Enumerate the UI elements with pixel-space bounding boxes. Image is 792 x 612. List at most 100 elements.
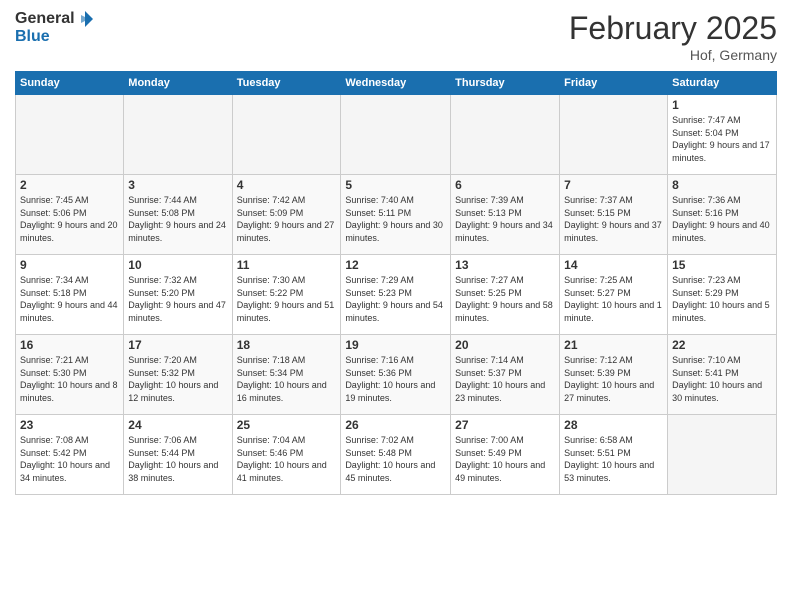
calendar-cell: 24 Sunrise: 7:06 AM Sunset: 5:44 PM Dayli… — [124, 415, 232, 495]
weekday-header-monday: Monday — [124, 72, 232, 95]
calendar-cell: 20 Sunrise: 7:14 AM Sunset: 5:37 PM Dayli… — [451, 335, 560, 415]
calendar-cell — [124, 95, 232, 175]
day-detail: Sunrise: 7:39 AM Sunset: 5:13 PM Dayligh… — [455, 194, 555, 244]
day-detail: Sunrise: 7:29 AM Sunset: 5:23 PM Dayligh… — [345, 274, 446, 324]
day-number: 2 — [20, 178, 119, 192]
day-number: 11 — [237, 258, 337, 272]
day-detail: Sunrise: 7:16 AM Sunset: 5:36 PM Dayligh… — [345, 354, 446, 404]
day-detail: Sunrise: 7:12 AM Sunset: 5:39 PM Dayligh… — [564, 354, 663, 404]
day-detail: Sunrise: 7:23 AM Sunset: 5:29 PM Dayligh… — [672, 274, 772, 324]
day-detail: Sunrise: 7:42 AM Sunset: 5:09 PM Dayligh… — [237, 194, 337, 244]
day-detail: Sunrise: 7:02 AM Sunset: 5:48 PM Dayligh… — [345, 434, 446, 484]
day-detail: Sunrise: 7:04 AM Sunset: 5:46 PM Dayligh… — [237, 434, 337, 484]
day-number: 10 — [128, 258, 227, 272]
day-number: 20 — [455, 338, 555, 352]
calendar-cell: 5 Sunrise: 7:40 AM Sunset: 5:11 PM Daylig… — [341, 175, 451, 255]
day-number: 22 — [672, 338, 772, 352]
weekday-header-saturday: Saturday — [668, 72, 777, 95]
logo: General Blue — [15, 10, 95, 46]
day-detail: Sunrise: 7:40 AM Sunset: 5:11 PM Dayligh… — [345, 194, 446, 244]
day-number: 4 — [237, 178, 337, 192]
calendar-cell: 13 Sunrise: 7:27 AM Sunset: 5:25 PM Dayli… — [451, 255, 560, 335]
day-number: 1 — [672, 98, 772, 112]
calendar-cell: 28 Sunrise: 6:58 AM Sunset: 5:51 PM Dayli… — [560, 415, 668, 495]
day-number: 26 — [345, 418, 446, 432]
calendar-cell: 17 Sunrise: 7:20 AM Sunset: 5:32 PM Dayli… — [124, 335, 232, 415]
day-detail: Sunrise: 7:44 AM Sunset: 5:08 PM Dayligh… — [128, 194, 227, 244]
day-detail: Sunrise: 7:36 AM Sunset: 5:16 PM Dayligh… — [672, 194, 772, 244]
calendar-cell: 27 Sunrise: 7:00 AM Sunset: 5:49 PM Dayli… — [451, 415, 560, 495]
day-detail: Sunrise: 7:20 AM Sunset: 5:32 PM Dayligh… — [128, 354, 227, 404]
day-detail: Sunrise: 7:30 AM Sunset: 5:22 PM Dayligh… — [237, 274, 337, 324]
day-number: 16 — [20, 338, 119, 352]
day-number: 27 — [455, 418, 555, 432]
calendar-cell: 4 Sunrise: 7:42 AM Sunset: 5:09 PM Daylig… — [232, 175, 341, 255]
weekday-header-friday: Friday — [560, 72, 668, 95]
month-year-title: February 2025 — [569, 10, 777, 47]
day-number: 6 — [455, 178, 555, 192]
calendar-cell: 16 Sunrise: 7:21 AM Sunset: 5:30 PM Dayli… — [16, 335, 124, 415]
day-number: 17 — [128, 338, 227, 352]
logo-text: General Blue — [15, 10, 95, 46]
calendar-cell: 23 Sunrise: 7:08 AM Sunset: 5:42 PM Dayli… — [16, 415, 124, 495]
calendar-cell — [451, 95, 560, 175]
calendar-week-row: 16 Sunrise: 7:21 AM Sunset: 5:30 PM Dayli… — [16, 335, 777, 415]
logo-icon — [76, 10, 94, 28]
day-detail: Sunrise: 7:08 AM Sunset: 5:42 PM Dayligh… — [20, 434, 119, 484]
calendar-cell: 11 Sunrise: 7:30 AM Sunset: 5:22 PM Dayli… — [232, 255, 341, 335]
day-detail: Sunrise: 7:00 AM Sunset: 5:49 PM Dayligh… — [455, 434, 555, 484]
calendar-cell: 15Sunrise: 7:23 AM Sunset: 5:29 PM Dayli… — [668, 255, 777, 335]
calendar-cell — [232, 95, 341, 175]
day-number: 28 — [564, 418, 663, 432]
title-block: February 2025 Hof, Germany — [569, 10, 777, 63]
calendar-cell: 21 Sunrise: 7:12 AM Sunset: 5:39 PM Dayli… — [560, 335, 668, 415]
calendar-cell: 18Sunrise: 7:18 AM Sunset: 5:34 PM Dayli… — [232, 335, 341, 415]
day-number: 3 — [128, 178, 227, 192]
day-detail: Sunrise: 7:45 AM Sunset: 5:06 PM Dayligh… — [20, 194, 119, 244]
calendar-cell: 12 Sunrise: 7:29 AM Sunset: 5:23 PM Dayli… — [341, 255, 451, 335]
day-detail: Sunrise: 7:37 AM Sunset: 5:15 PM Dayligh… — [564, 194, 663, 244]
calendar-cell: 19 Sunrise: 7:16 AM Sunset: 5:36 PM Dayli… — [341, 335, 451, 415]
day-number: 21 — [564, 338, 663, 352]
calendar-week-row: 2 Sunrise: 7:45 AM Sunset: 5:06 PM Daylig… — [16, 175, 777, 255]
day-detail: Sunrise: 6:58 AM Sunset: 5:51 PM Dayligh… — [564, 434, 663, 484]
calendar-week-row: 23 Sunrise: 7:08 AM Sunset: 5:42 PM Dayli… — [16, 415, 777, 495]
calendar-cell: 26 Sunrise: 7:02 AM Sunset: 5:48 PM Dayli… — [341, 415, 451, 495]
calendar-cell: 7Sunrise: 7:37 AM Sunset: 5:15 PM Daylig… — [560, 175, 668, 255]
day-number: 19 — [345, 338, 446, 352]
weekday-header-wednesday: Wednesday — [341, 72, 451, 95]
day-detail: Sunrise: 7:27 AM Sunset: 5:25 PM Dayligh… — [455, 274, 555, 324]
calendar-cell: 6 Sunrise: 7:39 AM Sunset: 5:13 PM Daylig… — [451, 175, 560, 255]
calendar-cell: 14Sunrise: 7:25 AM Sunset: 5:27 PM Dayli… — [560, 255, 668, 335]
day-detail: Sunrise: 7:14 AM Sunset: 5:37 PM Dayligh… — [455, 354, 555, 404]
location-subtitle: Hof, Germany — [569, 47, 777, 63]
weekday-header-sunday: Sunday — [16, 72, 124, 95]
day-number: 25 — [237, 418, 337, 432]
day-number: 8 — [672, 178, 772, 192]
calendar-cell: 10 Sunrise: 7:32 AM Sunset: 5:20 PM Dayli… — [124, 255, 232, 335]
day-number: 5 — [345, 178, 446, 192]
weekday-header-thursday: Thursday — [451, 72, 560, 95]
day-number: 14 — [564, 258, 663, 272]
day-number: 23 — [20, 418, 119, 432]
day-number: 18 — [237, 338, 337, 352]
day-detail: Sunrise: 7:34 AM Sunset: 5:18 PM Dayligh… — [20, 274, 119, 324]
weekday-header-row: SundayMondayTuesdayWednesdayThursdayFrid… — [16, 72, 777, 95]
calendar-cell: 8 Sunrise: 7:36 AM Sunset: 5:16 PM Daylig… — [668, 175, 777, 255]
calendar-week-row: 9 Sunrise: 7:34 AM Sunset: 5:18 PM Daylig… — [16, 255, 777, 335]
day-number: 12 — [345, 258, 446, 272]
day-detail: Sunrise: 7:32 AM Sunset: 5:20 PM Dayligh… — [128, 274, 227, 324]
calendar-week-row: 1Sunrise: 7:47 AM Sunset: 5:04 PM Daylig… — [16, 95, 777, 175]
calendar-cell: 1Sunrise: 7:47 AM Sunset: 5:04 PM Daylig… — [668, 95, 777, 175]
calendar-cell: 2 Sunrise: 7:45 AM Sunset: 5:06 PM Daylig… — [16, 175, 124, 255]
calendar-cell — [16, 95, 124, 175]
page-header: General Blue February 2025 Hof, Germany — [15, 10, 777, 63]
day-detail: Sunrise: 7:06 AM Sunset: 5:44 PM Dayligh… — [128, 434, 227, 484]
day-number: 13 — [455, 258, 555, 272]
day-number: 24 — [128, 418, 227, 432]
calendar-cell — [341, 95, 451, 175]
day-number: 9 — [20, 258, 119, 272]
day-detail: Sunrise: 7:10 AM Sunset: 5:41 PM Dayligh… — [672, 354, 772, 404]
calendar-cell: 3 Sunrise: 7:44 AM Sunset: 5:08 PM Daylig… — [124, 175, 232, 255]
day-detail: Sunrise: 7:21 AM Sunset: 5:30 PM Dayligh… — [20, 354, 119, 404]
